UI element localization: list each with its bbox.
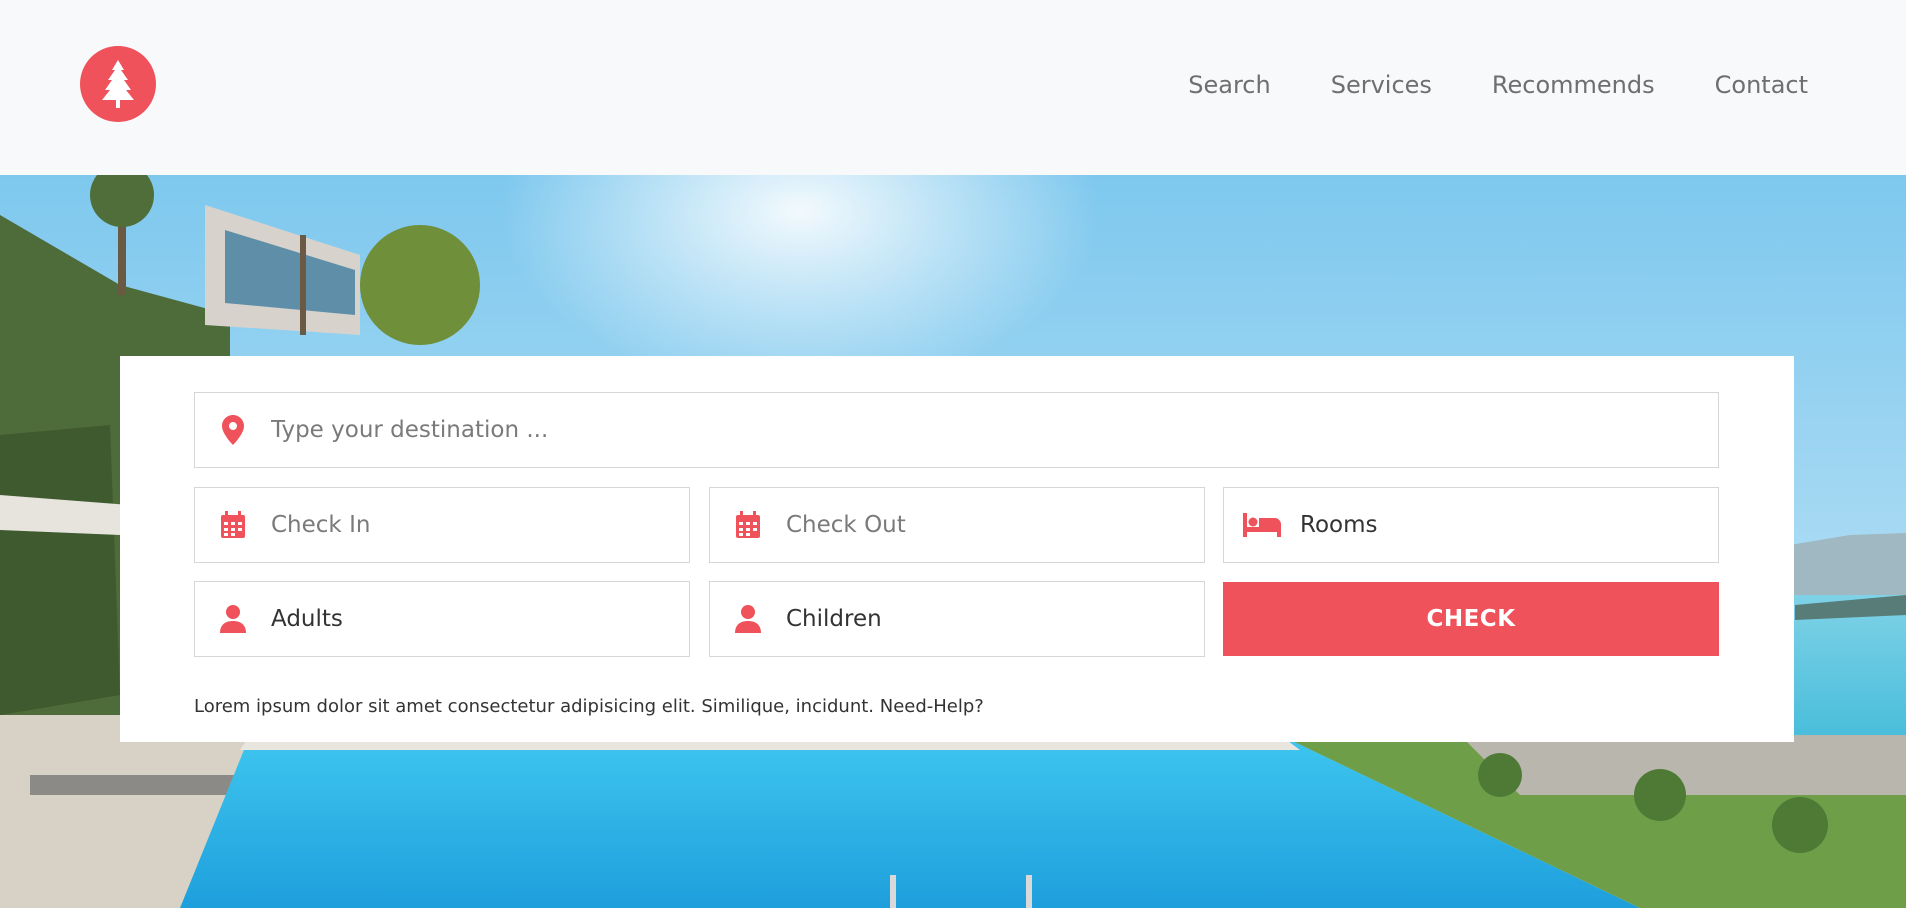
help-note: Lorem ipsum dolor sit amet consectetur a… — [194, 696, 984, 717]
calendar-icon — [710, 511, 786, 539]
booking-card: Rooms Adults Children CHECK Lorem ipsum … — [120, 356, 1794, 742]
children-label: Children — [786, 606, 882, 632]
adults-label: Adults — [271, 606, 343, 632]
rooms-label: Rooms — [1300, 512, 1378, 538]
check-in-input[interactable] — [271, 488, 689, 562]
map-pin-icon — [195, 415, 271, 445]
check-out-input[interactable] — [786, 488, 1204, 562]
site-header: Search Services Recommends Contact — [0, 0, 1906, 175]
user-icon — [710, 605, 786, 633]
nav-contact[interactable]: Contact — [1715, 69, 1808, 101]
destination-input[interactable] — [271, 393, 1718, 467]
children-select[interactable]: Children — [709, 581, 1205, 657]
check-button[interactable]: CHECK — [1223, 582, 1719, 656]
check-in-field[interactable] — [194, 487, 690, 563]
calendar-icon — [195, 511, 271, 539]
main-nav: Search Services Recommends Contact — [1188, 69, 1808, 101]
nav-recommends[interactable]: Recommends — [1492, 69, 1655, 101]
destination-field[interactable] — [194, 392, 1719, 468]
nav-services[interactable]: Services — [1331, 69, 1432, 101]
bed-icon — [1224, 513, 1300, 537]
adults-select[interactable]: Adults — [194, 581, 690, 657]
tree-icon — [102, 60, 134, 108]
rooms-select[interactable]: Rooms — [1223, 487, 1719, 563]
logo[interactable] — [80, 46, 156, 122]
nav-search[interactable]: Search — [1188, 69, 1270, 101]
user-icon — [195, 605, 271, 633]
check-out-field[interactable] — [709, 487, 1205, 563]
